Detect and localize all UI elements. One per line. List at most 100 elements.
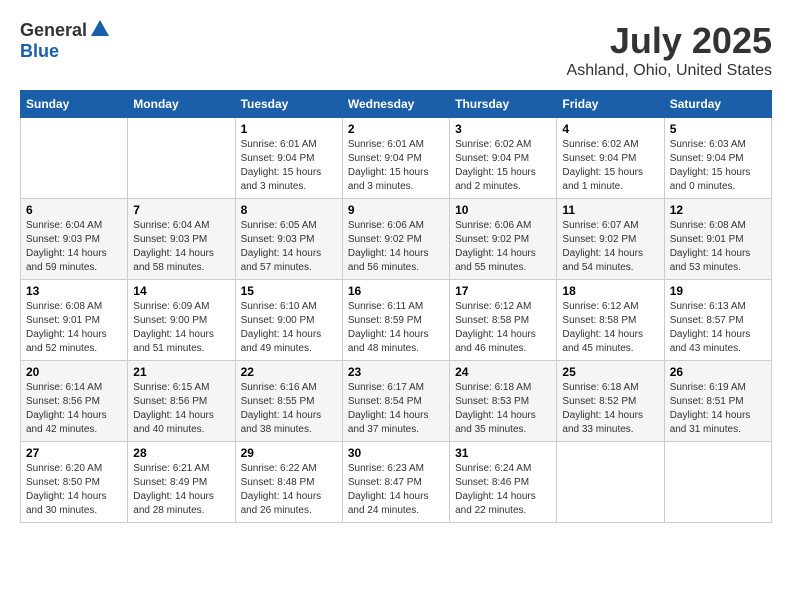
day-number: 4 <box>562 122 658 136</box>
col-monday: Monday <box>128 91 235 118</box>
day-detail: Sunrise: 6:22 AM Sunset: 8:48 PM Dayligh… <box>241 462 337 518</box>
day-detail: Sunrise: 6:11 AM Sunset: 8:59 PM Dayligh… <box>348 300 444 356</box>
logo-general-text: General <box>20 20 87 41</box>
day-detail: Sunrise: 6:04 AM Sunset: 9:03 PM Dayligh… <box>26 219 122 275</box>
table-row: 5 Sunrise: 6:03 AM Sunset: 9:04 PM Dayli… <box>664 118 771 199</box>
day-number: 3 <box>455 122 551 136</box>
table-row: 10 Sunrise: 6:06 AM Sunset: 9:02 PM Dayl… <box>450 199 557 280</box>
day-detail: Sunrise: 6:04 AM Sunset: 9:03 PM Dayligh… <box>133 219 229 275</box>
day-detail: Sunrise: 6:19 AM Sunset: 8:51 PM Dayligh… <box>670 381 766 437</box>
logo-blue-text: Blue <box>20 41 59 61</box>
col-sunday: Sunday <box>21 91 128 118</box>
day-number: 30 <box>348 446 444 460</box>
col-thursday: Thursday <box>450 91 557 118</box>
day-number: 9 <box>348 203 444 217</box>
location-title: Ashland, Ohio, United States <box>567 62 772 80</box>
table-row: 12 Sunrise: 6:08 AM Sunset: 9:01 PM Dayl… <box>664 199 771 280</box>
day-number: 26 <box>670 365 766 379</box>
logo-icon <box>89 18 111 40</box>
day-detail: Sunrise: 6:12 AM Sunset: 8:58 PM Dayligh… <box>455 300 551 356</box>
table-row: 1 Sunrise: 6:01 AM Sunset: 9:04 PM Dayli… <box>235 118 342 199</box>
day-number: 21 <box>133 365 229 379</box>
col-tuesday: Tuesday <box>235 91 342 118</box>
table-row: 23 Sunrise: 6:17 AM Sunset: 8:54 PM Dayl… <box>342 361 449 442</box>
day-detail: Sunrise: 6:08 AM Sunset: 9:01 PM Dayligh… <box>26 300 122 356</box>
table-row: 18 Sunrise: 6:12 AM Sunset: 8:58 PM Dayl… <box>557 280 664 361</box>
table-row: 3 Sunrise: 6:02 AM Sunset: 9:04 PM Dayli… <box>450 118 557 199</box>
table-row: 14 Sunrise: 6:09 AM Sunset: 9:00 PM Dayl… <box>128 280 235 361</box>
day-number: 25 <box>562 365 658 379</box>
day-number: 15 <box>241 284 337 298</box>
day-detail: Sunrise: 6:03 AM Sunset: 9:04 PM Dayligh… <box>670 138 766 194</box>
month-title: July 2025 <box>567 20 772 62</box>
day-number: 19 <box>670 284 766 298</box>
table-row <box>21 118 128 199</box>
table-row: 29 Sunrise: 6:22 AM Sunset: 8:48 PM Dayl… <box>235 442 342 523</box>
day-detail: Sunrise: 6:07 AM Sunset: 9:02 PM Dayligh… <box>562 219 658 275</box>
day-detail: Sunrise: 6:14 AM Sunset: 8:56 PM Dayligh… <box>26 381 122 437</box>
day-detail: Sunrise: 6:21 AM Sunset: 8:49 PM Dayligh… <box>133 462 229 518</box>
table-row: 4 Sunrise: 6:02 AM Sunset: 9:04 PM Dayli… <box>557 118 664 199</box>
day-number: 7 <box>133 203 229 217</box>
calendar-header-row: Sunday Monday Tuesday Wednesday Thursday… <box>21 91 772 118</box>
day-number: 8 <box>241 203 337 217</box>
col-wednesday: Wednesday <box>342 91 449 118</box>
table-row: 8 Sunrise: 6:05 AM Sunset: 9:03 PM Dayli… <box>235 199 342 280</box>
day-number: 28 <box>133 446 229 460</box>
day-number: 31 <box>455 446 551 460</box>
col-saturday: Saturday <box>664 91 771 118</box>
table-row: 2 Sunrise: 6:01 AM Sunset: 9:04 PM Dayli… <box>342 118 449 199</box>
day-number: 24 <box>455 365 551 379</box>
day-detail: Sunrise: 6:16 AM Sunset: 8:55 PM Dayligh… <box>241 381 337 437</box>
table-row: 27 Sunrise: 6:20 AM Sunset: 8:50 PM Dayl… <box>21 442 128 523</box>
day-detail: Sunrise: 6:15 AM Sunset: 8:56 PM Dayligh… <box>133 381 229 437</box>
title-block: July 2025 Ashland, Ohio, United States <box>567 20 772 80</box>
day-detail: Sunrise: 6:10 AM Sunset: 9:00 PM Dayligh… <box>241 300 337 356</box>
day-number: 18 <box>562 284 658 298</box>
day-detail: Sunrise: 6:18 AM Sunset: 8:53 PM Dayligh… <box>455 381 551 437</box>
day-number: 20 <box>26 365 122 379</box>
day-detail: Sunrise: 6:05 AM Sunset: 9:03 PM Dayligh… <box>241 219 337 275</box>
table-row: 7 Sunrise: 6:04 AM Sunset: 9:03 PM Dayli… <box>128 199 235 280</box>
table-row <box>128 118 235 199</box>
day-number: 14 <box>133 284 229 298</box>
day-detail: Sunrise: 6:20 AM Sunset: 8:50 PM Dayligh… <box>26 462 122 518</box>
table-row: 11 Sunrise: 6:07 AM Sunset: 9:02 PM Dayl… <box>557 199 664 280</box>
day-number: 16 <box>348 284 444 298</box>
day-detail: Sunrise: 6:12 AM Sunset: 8:58 PM Dayligh… <box>562 300 658 356</box>
day-number: 12 <box>670 203 766 217</box>
table-row: 9 Sunrise: 6:06 AM Sunset: 9:02 PM Dayli… <box>342 199 449 280</box>
day-detail: Sunrise: 6:06 AM Sunset: 9:02 PM Dayligh… <box>348 219 444 275</box>
day-detail: Sunrise: 6:02 AM Sunset: 9:04 PM Dayligh… <box>455 138 551 194</box>
table-row: 31 Sunrise: 6:24 AM Sunset: 8:46 PM Dayl… <box>450 442 557 523</box>
table-row: 24 Sunrise: 6:18 AM Sunset: 8:53 PM Dayl… <box>450 361 557 442</box>
day-detail: Sunrise: 6:02 AM Sunset: 9:04 PM Dayligh… <box>562 138 658 194</box>
day-number: 13 <box>26 284 122 298</box>
day-detail: Sunrise: 6:06 AM Sunset: 9:02 PM Dayligh… <box>455 219 551 275</box>
table-row: 15 Sunrise: 6:10 AM Sunset: 9:00 PM Dayl… <box>235 280 342 361</box>
table-row: 28 Sunrise: 6:21 AM Sunset: 8:49 PM Dayl… <box>128 442 235 523</box>
table-row: 16 Sunrise: 6:11 AM Sunset: 8:59 PM Dayl… <box>342 280 449 361</box>
day-detail: Sunrise: 6:01 AM Sunset: 9:04 PM Dayligh… <box>348 138 444 194</box>
table-row <box>557 442 664 523</box>
day-number: 6 <box>26 203 122 217</box>
day-number: 5 <box>670 122 766 136</box>
col-friday: Friday <box>557 91 664 118</box>
table-row <box>664 442 771 523</box>
day-number: 2 <box>348 122 444 136</box>
day-number: 17 <box>455 284 551 298</box>
day-number: 27 <box>26 446 122 460</box>
table-row: 30 Sunrise: 6:23 AM Sunset: 8:47 PM Dayl… <box>342 442 449 523</box>
day-number: 11 <box>562 203 658 217</box>
day-detail: Sunrise: 6:24 AM Sunset: 8:46 PM Dayligh… <box>455 462 551 518</box>
day-detail: Sunrise: 6:09 AM Sunset: 9:00 PM Dayligh… <box>133 300 229 356</box>
table-row: 20 Sunrise: 6:14 AM Sunset: 8:56 PM Dayl… <box>21 361 128 442</box>
day-detail: Sunrise: 6:23 AM Sunset: 8:47 PM Dayligh… <box>348 462 444 518</box>
day-detail: Sunrise: 6:01 AM Sunset: 9:04 PM Dayligh… <box>241 138 337 194</box>
day-detail: Sunrise: 6:18 AM Sunset: 8:52 PM Dayligh… <box>562 381 658 437</box>
day-detail: Sunrise: 6:17 AM Sunset: 8:54 PM Dayligh… <box>348 381 444 437</box>
page-header: General Blue July 2025 Ashland, Ohio, Un… <box>20 20 772 80</box>
calendar-table: Sunday Monday Tuesday Wednesday Thursday… <box>20 90 772 523</box>
day-number: 29 <box>241 446 337 460</box>
table-row: 25 Sunrise: 6:18 AM Sunset: 8:52 PM Dayl… <box>557 361 664 442</box>
